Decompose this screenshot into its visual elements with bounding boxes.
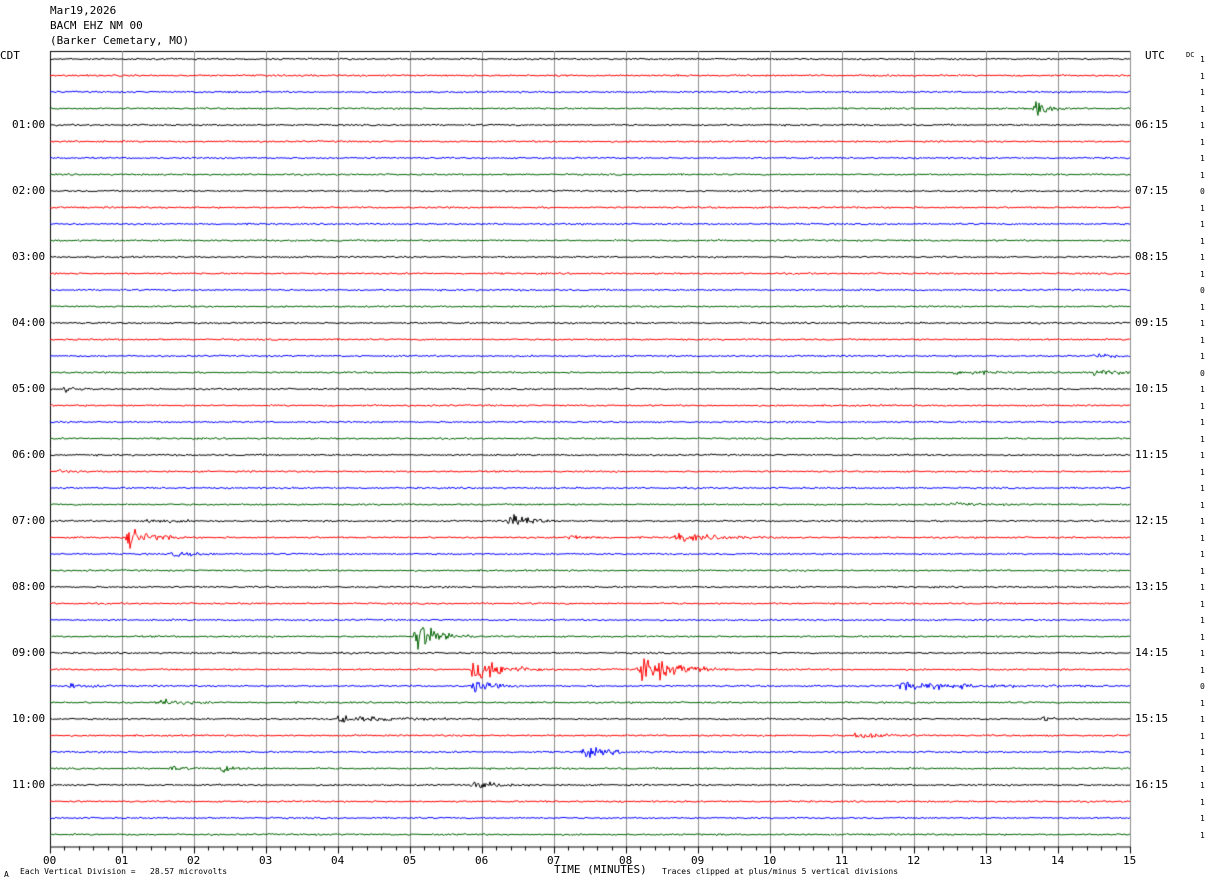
dc-offset-value: 1 bbox=[1200, 104, 1205, 114]
left-hour-label: 09:00 bbox=[12, 646, 46, 659]
left-hour-label: 11:00 bbox=[12, 778, 46, 791]
right-hour-label: 12:15 bbox=[1135, 514, 1169, 527]
dc-offset-value: 1 bbox=[1200, 698, 1205, 708]
dc-offset-value: 1 bbox=[1200, 550, 1205, 559]
right-hour-label: 08:15 bbox=[1135, 250, 1169, 263]
left-hour-label: 04:00 bbox=[12, 316, 46, 329]
dc-offset-value: 1 bbox=[1200, 583, 1205, 592]
x-tick-label: 04 bbox=[331, 853, 345, 867]
x-tick-label: 01 bbox=[115, 853, 129, 867]
dc-offset-value: 1 bbox=[1200, 731, 1205, 741]
right-timezone-label: UTC bbox=[1145, 49, 1165, 62]
left-hour-label: 02:00 bbox=[12, 184, 46, 197]
x-tick-label: 02 bbox=[187, 853, 201, 867]
dc-column-label: DC bbox=[1186, 51, 1195, 59]
left-hour-label: 08:00 bbox=[12, 580, 46, 593]
dc-offset-value: 0 bbox=[1200, 368, 1205, 378]
x-tick-label: 12 bbox=[907, 853, 921, 867]
dc-offset-value: 1 bbox=[1200, 632, 1205, 642]
dc-offset-value: 1 bbox=[1200, 566, 1205, 576]
right-hour-label: 15:15 bbox=[1135, 712, 1169, 725]
x-tick-label: 00 bbox=[43, 853, 57, 867]
dc-offset-value: 1 bbox=[1200, 88, 1205, 97]
x-tick-label: 03 bbox=[259, 853, 273, 867]
chart-date: Mar19,2026 bbox=[50, 4, 117, 17]
dc-offset-value: 1 bbox=[1200, 451, 1205, 460]
clipping-note: Traces clipped at plus/minus 5 vertical … bbox=[662, 867, 899, 876]
dc-offset-value: 1 bbox=[1200, 352, 1205, 361]
right-hour-label: 14:15 bbox=[1135, 646, 1169, 659]
dc-offset-value: 1 bbox=[1200, 170, 1205, 180]
right-hour-label: 07:15 bbox=[1135, 184, 1169, 197]
x-tick-label: 09 bbox=[691, 853, 705, 867]
dc-offset-value: 1 bbox=[1200, 335, 1205, 345]
x-tick-label: 15 bbox=[1123, 853, 1137, 867]
dc-offset-value: 1 bbox=[1200, 71, 1205, 81]
dc-offset-value: 1 bbox=[1200, 253, 1205, 262]
dc-offset-value: 1 bbox=[1200, 55, 1205, 64]
left-hour-label: 07:00 bbox=[12, 514, 46, 527]
x-axis-label: TIME (MINUTES) bbox=[554, 863, 647, 876]
dc-offset-value: 1 bbox=[1200, 599, 1205, 609]
dc-offset-value: 1 bbox=[1200, 616, 1205, 625]
footer-mark: A bbox=[4, 870, 9, 879]
right-hour-label: 13:15 bbox=[1135, 580, 1169, 593]
dc-offset-value: 1 bbox=[1200, 649, 1205, 658]
vertical-division-note: Each Vertical Division = 28.57 microvolt… bbox=[20, 867, 228, 876]
right-hour-label: 16:15 bbox=[1135, 778, 1169, 791]
helicorder-plot bbox=[0, 0, 1210, 886]
left-hour-label: 10:00 bbox=[12, 712, 46, 725]
x-tick-label: 11 bbox=[835, 853, 849, 867]
dc-offset-value: 1 bbox=[1200, 748, 1205, 757]
dc-offset-value: 1 bbox=[1200, 500, 1205, 510]
dc-offset-value: 1 bbox=[1200, 385, 1205, 394]
right-hour-label: 06:15 bbox=[1135, 118, 1169, 131]
x-tick-label: 05 bbox=[403, 853, 417, 867]
x-tick-label: 13 bbox=[979, 853, 993, 867]
dc-offset-value: 1 bbox=[1200, 781, 1205, 790]
dc-offset-value: 1 bbox=[1200, 830, 1205, 840]
right-hour-label: 09:15 bbox=[1135, 316, 1169, 329]
dc-offset-value: 1 bbox=[1200, 319, 1205, 328]
left-hour-label: 05:00 bbox=[12, 382, 46, 395]
right-hour-label: 11:15 bbox=[1135, 448, 1169, 461]
dc-offset-value: 1 bbox=[1200, 418, 1205, 427]
dc-offset-value: 1 bbox=[1200, 236, 1205, 246]
station-location: (Barker Cemetary, MO) bbox=[50, 34, 190, 47]
dc-offset-value: 1 bbox=[1200, 137, 1205, 147]
dc-offset-value: 1 bbox=[1200, 814, 1205, 823]
right-hour-label: 10:15 bbox=[1135, 382, 1169, 395]
dc-offset-value: 1 bbox=[1200, 665, 1205, 675]
dc-offset-value: 1 bbox=[1200, 121, 1205, 130]
x-tick-label: 10 bbox=[763, 853, 777, 867]
dc-offset-value: 1 bbox=[1200, 434, 1205, 444]
dc-offset-value: 1 bbox=[1200, 154, 1205, 163]
dc-offset-value: 1 bbox=[1200, 302, 1205, 312]
dc-offset-value: 1 bbox=[1200, 764, 1205, 774]
dc-offset-value: 1 bbox=[1200, 533, 1205, 543]
left-hour-label: 01:00 bbox=[12, 118, 46, 131]
left-timezone-label: CDT bbox=[0, 49, 20, 62]
dc-offset-value: 1 bbox=[1200, 797, 1205, 807]
dc-offset-value: 0 bbox=[1200, 187, 1205, 196]
dc-offset-value: 1 bbox=[1200, 220, 1205, 229]
dc-offset-value: 0 bbox=[1200, 682, 1205, 691]
station-code: BACM EHZ NM 00 bbox=[50, 19, 143, 32]
dc-offset-value: 0 bbox=[1200, 286, 1205, 295]
dc-offset-value: 1 bbox=[1200, 401, 1205, 411]
left-hour-label: 03:00 bbox=[12, 250, 46, 263]
dc-offset-value: 1 bbox=[1200, 467, 1205, 477]
dc-offset-value: 1 bbox=[1200, 484, 1205, 493]
x-tick-label: 06 bbox=[475, 853, 489, 867]
left-hour-label: 06:00 bbox=[12, 448, 46, 461]
dc-offset-value: 1 bbox=[1200, 715, 1205, 724]
dc-offset-value: 1 bbox=[1200, 269, 1205, 279]
x-tick-label: 14 bbox=[1051, 853, 1065, 867]
dc-offset-value: 1 bbox=[1200, 203, 1205, 213]
dc-offset-value: 1 bbox=[1200, 517, 1205, 526]
